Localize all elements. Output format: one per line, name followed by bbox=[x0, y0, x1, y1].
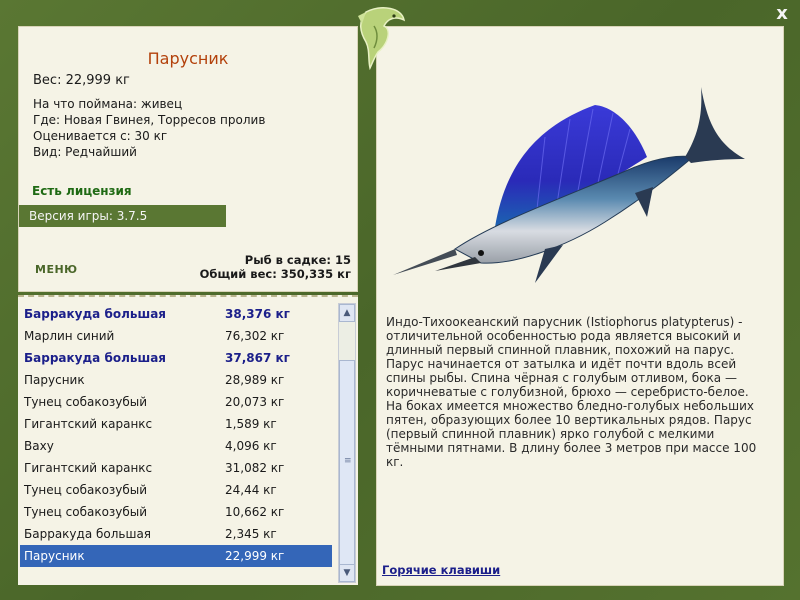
fish-title: Парусник bbox=[147, 49, 229, 68]
catch-fish-weight: 37,867 кг bbox=[225, 351, 290, 365]
catch-fish-name: Тунец собакозубый bbox=[24, 505, 148, 519]
catch-fish-name: Парусник bbox=[24, 373, 85, 387]
catch-fish-name: Парусник bbox=[24, 549, 85, 563]
catch-fish-name: Барракуда большая bbox=[24, 351, 167, 365]
scroll-grip-icon: ≡ bbox=[344, 456, 352, 466]
catch-stats: Рыб в садке: 15 Общий вес: 350,335 кг bbox=[200, 253, 351, 281]
catch-fish-weight: 31,082 кг bbox=[225, 461, 285, 475]
catch-list-row[interactable]: Барракуда большая 37,867 кг bbox=[20, 347, 332, 369]
catch-fish-weight: 1,589 кг bbox=[225, 417, 277, 431]
catch-list-row[interactable]: Тунец собакозубый 10,662 кг bbox=[20, 501, 332, 523]
catch-list-panel: Барракуда большая 38,376 кг Марлин синий 76… bbox=[18, 295, 358, 585]
catch-list[interactable]: Барракуда большая 38,376 кг Марлин синий 76… bbox=[20, 303, 332, 567]
catch-fish-name: Тунец собакозубый bbox=[24, 483, 148, 497]
license-status: Есть лицензия bbox=[32, 184, 132, 198]
catch-fish-weight: 22,999 кг bbox=[225, 549, 285, 563]
detail-location: Где: Новая Гвинея, Торресов пролив bbox=[33, 113, 266, 127]
catch-fish-name: Ваху bbox=[24, 439, 54, 453]
catch-fish-weight: 2,345 кг bbox=[225, 527, 277, 541]
catch-fish-weight: 20,073 кг bbox=[225, 395, 285, 409]
catch-fish-name: Тунец собакозубый bbox=[24, 395, 148, 409]
leaping-fish-logo-icon bbox=[358, 7, 405, 70]
catch-fish-name: Барракуда большая bbox=[24, 307, 167, 321]
close-button[interactable]: x bbox=[772, 4, 792, 24]
menu-button[interactable]: МЕНЮ bbox=[35, 263, 78, 276]
catch-list-row[interactable]: Тунец собакозубый 20,073 кг bbox=[20, 391, 332, 413]
scroll-thumb[interactable]: ≡ bbox=[339, 360, 355, 568]
sailfish-picture-icon bbox=[393, 87, 745, 283]
catch-list-row[interactable]: Парусник 22,999 кг bbox=[20, 545, 332, 567]
catch-fish-weight: 38,376 кг bbox=[225, 307, 290, 321]
catch-list-row[interactable]: Гигантский каранкс 31,082 кг bbox=[20, 457, 332, 479]
hotkeys-link[interactable]: Горячие клавиши bbox=[382, 563, 500, 577]
catch-list-row[interactable]: Барракуда большая 2,345 кг bbox=[20, 523, 332, 545]
total-weight: Общий вес: 350,335 кг bbox=[199, 267, 351, 281]
fish-detail-panel: Индо-Тихоокеанский парусник (Istiophorus… bbox=[376, 26, 784, 586]
game-version-bar: Версия игры: 3.7.5 bbox=[19, 205, 226, 227]
catch-list-row[interactable]: Парусник 28,989 кг bbox=[20, 369, 332, 391]
catch-fish-name: Гигантский каранкс bbox=[24, 417, 153, 431]
fish-details: На что поймана: живец Где: Новая Гвинея,… bbox=[33, 96, 265, 160]
catch-fish-name: Гигантский каранкс bbox=[24, 461, 153, 475]
catch-list-row[interactable]: Ваху 4,096 кг bbox=[20, 435, 332, 457]
catch-fish-weight: 24,44 кг bbox=[225, 483, 277, 497]
fish-description: Индо-Тихоокеанский парусник (Istiophorus… bbox=[386, 315, 757, 469]
catch-fish-weight: 4,096 кг bbox=[225, 439, 277, 453]
detail-species-rarity: Вид: Редчайший bbox=[33, 145, 137, 159]
fish-info-panel: Парусник Вес: 22,999 кг На что поймана: … bbox=[18, 26, 358, 292]
catch-fish-weight: 28,989 кг bbox=[225, 373, 285, 387]
list-scrollbar[interactable]: ▲ ≡ ▼ bbox=[338, 303, 356, 583]
detail-bait: На что поймана: живец bbox=[33, 97, 183, 111]
catch-list-row[interactable]: Марлин синий 76,302 кг bbox=[20, 325, 332, 347]
catch-list-row[interactable]: Барракуда большая 38,376 кг bbox=[20, 303, 332, 325]
scroll-up-button[interactable]: ▲ bbox=[339, 304, 355, 322]
fish-weight: Вес: 22,999 кг bbox=[33, 73, 130, 88]
catch-fish-weight: 76,302 кг bbox=[225, 329, 285, 343]
catch-fish-name: Марлин синий bbox=[24, 329, 115, 343]
detail-min-weight: Оценивается с: 30 кг bbox=[33, 129, 168, 143]
scroll-down-button[interactable]: ▼ bbox=[339, 564, 355, 582]
catch-fish-name: Барракуда большая bbox=[24, 527, 152, 541]
fish-count: Рыб в садке: 15 bbox=[244, 253, 351, 267]
catch-list-row[interactable]: Тунец собакозубый 24,44 кг bbox=[20, 479, 332, 501]
catch-list-row[interactable]: Гигантский каранкс 1,589 кг bbox=[20, 413, 332, 435]
catch-fish-weight: 10,662 кг bbox=[225, 505, 285, 519]
